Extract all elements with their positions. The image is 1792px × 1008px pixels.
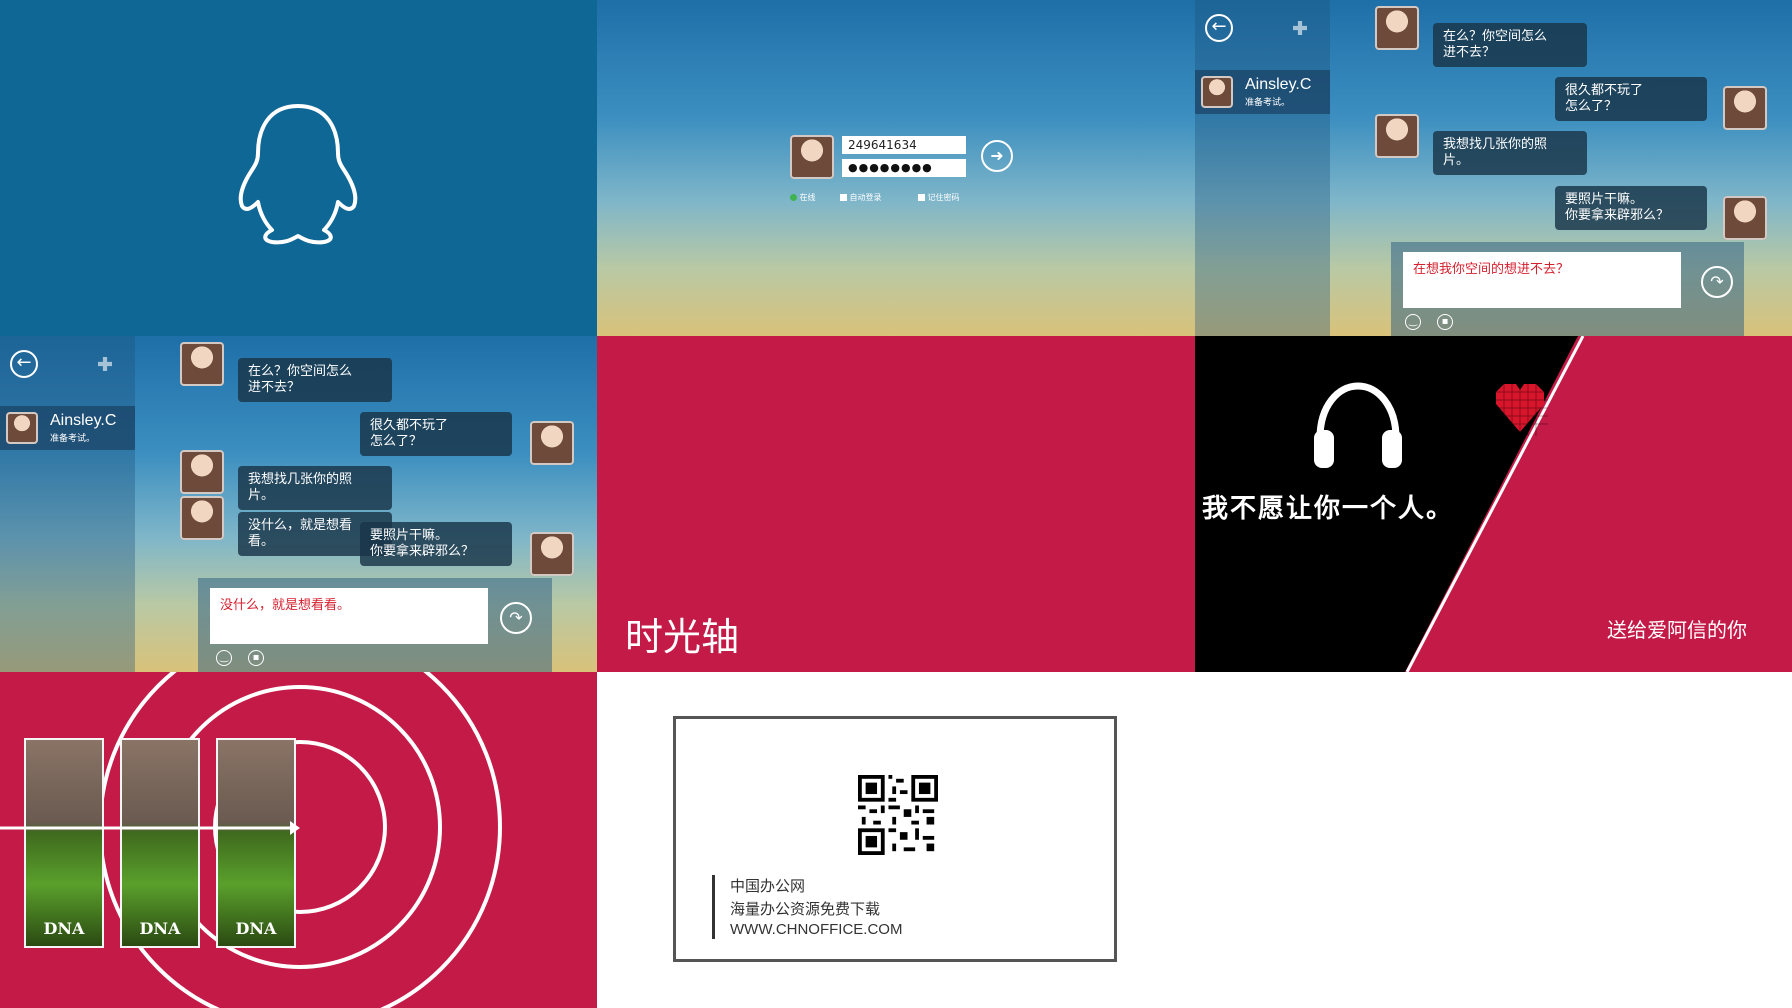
movie-poster[interactable]: DNA — [24, 738, 104, 948]
music-slogan: 我不愿让你一个人。 — [1202, 494, 1455, 524]
timeline-arrow — [0, 821, 300, 835]
chat-bubble-left: 在么？你空间怎么 进不去？ — [1433, 23, 1587, 67]
my-avatar — [530, 532, 574, 576]
image-icon[interactable]: ▪ — [248, 650, 264, 666]
timeline-title: 时光轴 — [625, 615, 740, 659]
chat-tile-a: ← Ainsley.C 准备考试。 在么？你空间怎么 进不去？ 很久都不玩了 怎… — [1195, 0, 1792, 336]
send-button[interactable]: ↷ — [500, 602, 532, 634]
chat-bubble-right: 要照片干嘛。 你要拿来辟邪么？ — [1555, 186, 1707, 230]
chat-bubble-left: 在么？你空间怎么 进不去？ — [238, 358, 392, 402]
contact-status: 准备考试。 — [1245, 98, 1291, 108]
emoji-icon[interactable]: ‿ — [216, 650, 232, 666]
message-input[interactable]: 在想我你空间的想进不去？ — [1403, 252, 1681, 308]
send-button[interactable]: ↷ — [1701, 266, 1733, 298]
poster-timeline-tile: DNA DNA DNA — [0, 672, 597, 1008]
chat-bubble-left: 我想找几张你的照 片。 — [238, 466, 392, 510]
chat-bubble-right: 很久都不玩了 怎么了？ — [1555, 77, 1707, 121]
message-input[interactable]: 没什么，就是想看看。 — [210, 588, 488, 644]
pixel-heart-icon — [1492, 380, 1548, 436]
my-avatar — [1723, 196, 1767, 240]
business-card: 中国办公网 海量办公资源免费下载 WWW.CHNOFFICE.COM — [673, 716, 1117, 962]
friend-avatar — [180, 450, 224, 494]
add-icon[interactable] — [1293, 21, 1307, 35]
chat-bubble-right: 要照片干嘛。 你要拿来辟邪么？ — [360, 522, 512, 566]
poster-title: DNA — [235, 919, 277, 938]
online-label: 在线 — [799, 193, 816, 202]
friend-avatar — [180, 342, 224, 386]
contact-name: Ainsley.C — [50, 412, 117, 429]
contact-avatar — [1201, 76, 1233, 108]
message-composer: 在想我你空间的想进不去？ ↷ ‿ ▪ — [1391, 242, 1744, 336]
checkbox-icon — [840, 194, 847, 201]
emoji-icon[interactable]: ‿ — [1405, 314, 1421, 330]
login-tile: 249641634 ●●●●●●●● ➜ 在线 自动登录 记住密码 — [597, 0, 1195, 336]
chat-tile-b: ← Ainsley.C 准备考试。 在么？你空间怎么 进不去？ 很久都不玩了 怎… — [0, 336, 597, 672]
auto-login-checkbox[interactable]: 自动登录 — [840, 192, 882, 203]
my-avatar — [530, 421, 574, 465]
back-arrow-icon[interactable]: ← — [1205, 14, 1233, 42]
contact-item[interactable]: Ainsley.C 准备考试。 — [0, 406, 135, 450]
chat-bubble-left: 我想找几张你的照 片。 — [1433, 131, 1587, 175]
qr-code-icon — [858, 775, 938, 855]
credits-tile: 中国办公网 海量办公资源免费下载 WWW.CHNOFFICE.COM — [597, 672, 1792, 1008]
chat-sidebar: ← Ainsley.C 准备考试。 — [1195, 0, 1330, 336]
remember-password-label: 记住密码 — [927, 193, 960, 202]
image-icon[interactable]: ▪ — [1437, 314, 1453, 330]
message-composer: 没什么，就是想看看。 ↷ ‿ ▪ — [198, 578, 552, 672]
timeline-tile: 时光轴 — [597, 336, 1195, 672]
qq-number-field[interactable]: 249641634 — [842, 136, 966, 154]
qq-penguin-icon — [238, 104, 358, 245]
movie-poster[interactable]: DNA — [120, 738, 200, 948]
login-arrow-button[interactable]: ➜ — [981, 140, 1013, 172]
card-line-1: 中国办公网 — [730, 877, 806, 895]
poster-title: DNA — [139, 919, 181, 938]
back-arrow-icon[interactable]: ← — [10, 350, 38, 378]
checkbox-icon — [918, 194, 925, 201]
card-divider — [712, 875, 715, 939]
contact-avatar — [6, 412, 38, 444]
contact-name: Ainsley.C — [1245, 76, 1312, 93]
my-avatar — [1723, 86, 1767, 130]
chat-sidebar: ← Ainsley.C 准备考试。 — [0, 336, 135, 672]
add-icon[interactable] — [98, 357, 112, 371]
login-avatar — [790, 135, 834, 179]
online-status-option[interactable]: 在线 — [790, 192, 816, 203]
card-line-2: 海量办公资源免费下载 — [730, 900, 881, 918]
chat-bubble-right: 很久都不玩了 怎么了？ — [360, 412, 512, 456]
contact-item[interactable]: Ainsley.C 准备考试。 — [1195, 70, 1330, 114]
friend-avatar — [1375, 6, 1419, 50]
music-tile: 我不愿让你一个人。 送给爱阿信的你 — [1195, 336, 1792, 672]
online-dot-icon — [790, 194, 797, 201]
card-line-3[interactable]: WWW.CHNOFFICE.COM — [730, 921, 902, 938]
movie-poster[interactable]: DNA — [216, 738, 296, 948]
contact-status: 准备考试。 — [50, 434, 96, 444]
password-field[interactable]: ●●●●●●●● — [842, 159, 966, 177]
friend-avatar — [1375, 114, 1419, 158]
friend-avatar — [180, 496, 224, 540]
poster-title: DNA — [43, 919, 85, 938]
dedication-text: 送给爱阿信的你 — [1607, 618, 1747, 642]
auto-login-label: 自动登录 — [849, 193, 882, 202]
login-options: 在线 自动登录 记住密码 — [790, 192, 990, 204]
qq-splash-tile — [0, 0, 597, 336]
remember-password-checkbox[interactable]: 记住密码 — [918, 192, 960, 203]
headphones-icon — [1314, 382, 1402, 468]
